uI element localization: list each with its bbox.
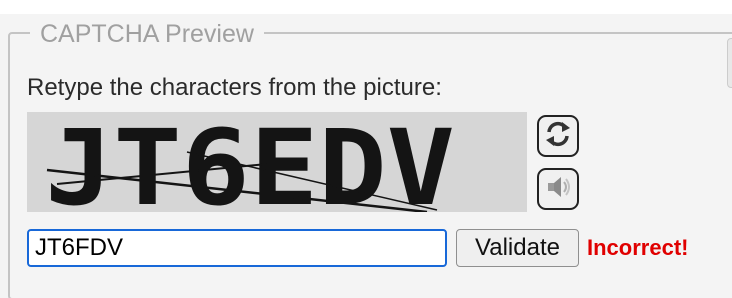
refresh-icon — [543, 119, 573, 154]
captcha-input[interactable] — [27, 229, 447, 267]
captcha-image: JT6EDV — [27, 112, 527, 212]
fieldset-legend: CAPTCHA Preview — [30, 19, 264, 49]
validate-button[interactable]: Validate — [456, 229, 579, 267]
refresh-button[interactable] — [537, 115, 579, 157]
validation-status: Incorrect! — [587, 235, 689, 260]
right-edge-handle — [727, 38, 732, 88]
captcha-instruction: Retype the characters from the picture: — [27, 74, 442, 101]
speaker-icon — [543, 172, 573, 207]
captcha-image-text: JT6EDV — [45, 112, 455, 212]
audio-button[interactable] — [537, 168, 579, 210]
